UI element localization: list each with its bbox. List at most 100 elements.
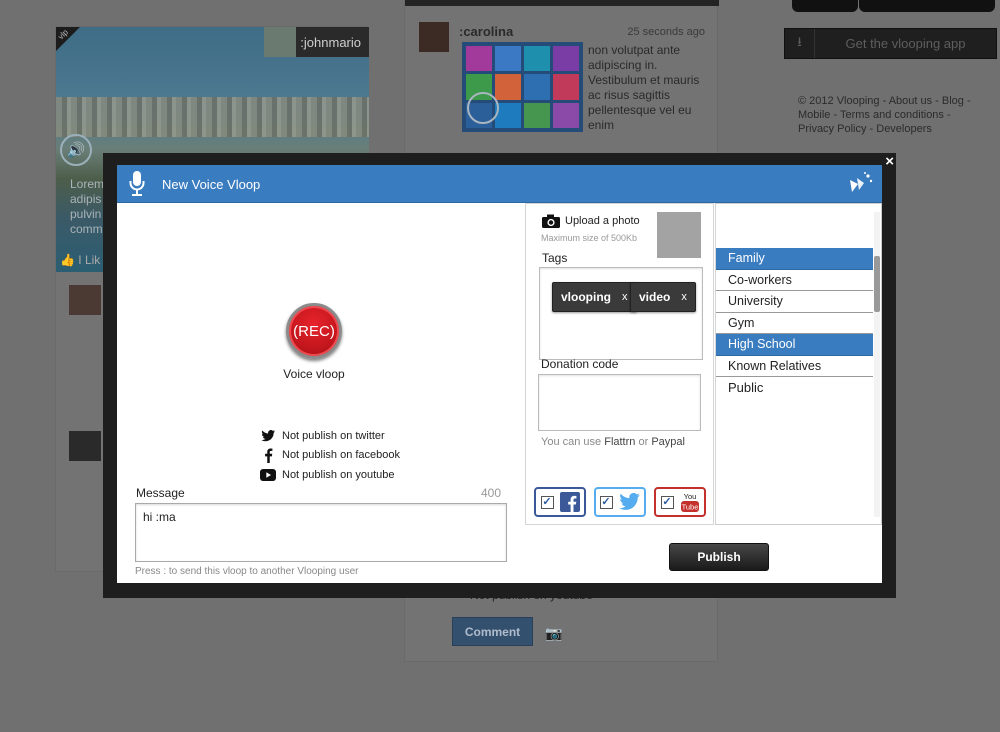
message-hint: Press : to send this vloop to another Vl… <box>135 566 359 577</box>
donation-code-input[interactable] <box>538 374 701 431</box>
group-item-family[interactable]: Family <box>716 248 873 270</box>
youtube-icon <box>260 468 276 482</box>
speaker-icon[interactable]: 🔊 <box>60 134 92 166</box>
group-label: Family <box>728 251 765 266</box>
checkbox-checked-icon: ✓ <box>660 495 674 509</box>
group-label: Public <box>728 380 764 396</box>
dialog-title: New Voice Vloop <box>162 177 261 192</box>
post-body-line: Lorem <box>70 177 105 191</box>
groups-scrollbar[interactable] <box>874 212 880 517</box>
tile <box>524 74 550 100</box>
groups-scrollbar-thumb[interactable] <box>874 256 880 312</box>
post-body-line: pulvin <box>70 207 102 221</box>
footer-link-terms[interactable]: Terms and conditions <box>840 109 944 121</box>
group-label: Co-workers <box>728 272 792 287</box>
like-button[interactable]: 👍 I Lik <box>60 253 100 267</box>
top-control-2[interactable] <box>859 0 995 12</box>
tag-chip: video x <box>630 282 696 312</box>
copyright: © 2012 Vlooping <box>798 95 880 107</box>
post-body: Lorem adipis pulvin comm <box>70 177 104 237</box>
group-item-public[interactable]: Public <box>716 377 873 399</box>
remove-tag-icon[interactable]: x <box>622 291 628 303</box>
checkbox-checked-icon: ✓ <box>599 495 613 509</box>
group-label: University <box>728 294 783 309</box>
facebook-option[interactable]: Not publish on facebook <box>260 447 400 463</box>
tile <box>553 102 579 128</box>
footer-link-developers[interactable]: Developers <box>876 123 932 135</box>
tags-label: Tags <box>542 251 568 265</box>
message-input[interactable]: hi :ma <box>135 503 507 562</box>
download-icon: ⭳ <box>785 29 815 58</box>
facebook-icon <box>260 447 276 463</box>
twitter-icon <box>260 429 276 443</box>
top-control-1[interactable] <box>792 0 858 12</box>
group-item-high-school[interactable]: High School <box>716 334 873 356</box>
dialog-body: New Voice Vloop (REC) Voice vloop Not pu… <box>117 165 882 583</box>
post-username: :johnmario <box>300 34 361 50</box>
tag-text: video <box>639 290 671 304</box>
close-icon[interactable]: × <box>885 153 894 170</box>
comment-avatar <box>69 285 101 315</box>
record-button[interactable]: (REC) <box>286 303 342 359</box>
record-caption: Voice vloop <box>283 367 345 381</box>
tags-input[interactable]: vlooping x video x <box>539 267 703 360</box>
remove-tag-icon[interactable]: x <box>681 291 687 303</box>
group-label: Gym <box>728 315 755 330</box>
footer-link-mobile[interactable]: Mobile <box>798 109 830 121</box>
group-label: High School <box>728 337 796 352</box>
comment-button[interactable]: Comment <box>452 617 533 646</box>
tile <box>553 46 579 72</box>
footer-links: © 2012 Vlooping - About us - Blog - Mobi… <box>798 95 971 135</box>
svg-text:Tube: Tube <box>681 503 698 512</box>
dialog-header: New Voice Vloop <box>117 165 882 203</box>
get-app-button[interactable]: ⭳ Get the vlooping app <box>784 28 997 59</box>
audience-groups-panel: Family Co-workers University Gym High Sc… <box>715 203 882 525</box>
share-facebook-toggle[interactable]: ✓ <box>534 487 586 517</box>
comment-avatar <box>69 431 101 461</box>
donation-hint-prefix: You can use <box>541 436 602 448</box>
camera-icon <box>542 214 560 228</box>
get-app-label: Get the vlooping app <box>845 36 966 51</box>
share-youtube-toggle[interactable]: ✓ You Tube <box>654 487 706 517</box>
post-timestamp: 25 seconds ago <box>627 26 705 38</box>
tile <box>524 102 550 128</box>
message-label: Message <box>136 486 185 500</box>
donation-label: Donation code <box>541 357 619 371</box>
group-item-gym[interactable]: Gym <box>716 313 873 334</box>
twitter-option[interactable]: Not publish on twitter <box>260 428 385 444</box>
play-icon[interactable] <box>467 92 499 124</box>
group-item-co-workers[interactable]: Co-workers <box>716 270 873 291</box>
photo-preview <box>657 212 701 258</box>
footer-link-privacy[interactable]: Privacy Policy <box>798 123 866 135</box>
upload-photo-label: Upload a photo <box>565 215 640 227</box>
footer-link-blog[interactable]: Blog <box>942 95 964 107</box>
donation-hint: You can use Flattrn or Paypal <box>541 436 685 448</box>
group-item-university[interactable]: University <box>716 291 873 313</box>
post-username[interactable]: :carolina <box>459 24 513 39</box>
youtube-option[interactable]: Not publish on youtube <box>260 467 395 483</box>
vloop-options-panel: Upload a photo Maximum size of 500Kb Tag… <box>525 203 714 525</box>
user-chip[interactable]: :johnmario <box>264 27 369 57</box>
youtube-option-label: Not publish on youtube <box>282 469 395 481</box>
donation-hint-or: or <box>638 436 649 448</box>
audience-groups-list: Family Co-workers University Gym High Sc… <box>716 248 873 399</box>
tag-text: vlooping <box>561 290 611 304</box>
tile <box>495 46 521 72</box>
upload-photo-button[interactable]: Upload a photo <box>542 214 640 228</box>
tile <box>553 74 579 100</box>
twitter-icon <box>618 493 640 510</box>
tile <box>466 46 492 72</box>
new-voice-vloop-dialog: × New Voice Vloop (REC) Voice vloop Not … <box>103 153 896 598</box>
avatar <box>264 27 297 57</box>
footer-link-about[interactable]: About us <box>889 95 932 107</box>
post-action-bar <box>405 0 719 6</box>
camera-icon[interactable]: 📷 <box>545 625 562 642</box>
publish-button[interactable]: Publish <box>669 543 769 571</box>
microphone-icon <box>129 171 145 196</box>
top-right-controls <box>792 0 996 12</box>
svg-text:You: You <box>683 492 696 501</box>
group-item-known-relatives[interactable]: Known Relatives <box>716 356 873 377</box>
paypal-link[interactable]: Paypal <box>651 436 685 448</box>
share-twitter-toggle[interactable]: ✓ <box>594 487 646 517</box>
flattr-link[interactable]: Flattrn <box>604 436 635 448</box>
